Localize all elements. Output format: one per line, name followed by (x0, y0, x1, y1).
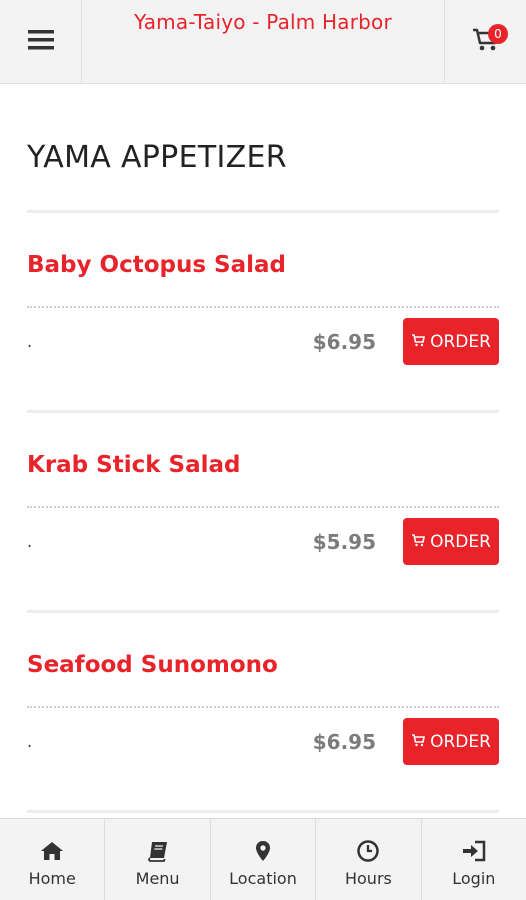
nav-item-hours[interactable]: Hours (316, 819, 422, 900)
order-button[interactable]: ORDER (403, 318, 499, 365)
nav-item-login[interactable]: Login (422, 819, 526, 900)
item-price: $6.95 (312, 330, 376, 354)
login-icon (462, 839, 486, 863)
restaurant-title[interactable]: Yama-Taiyo - Palm Harbor (82, 10, 444, 34)
order-label: ORDER (430, 531, 491, 552)
clock-icon (357, 839, 380, 863)
menu-button[interactable] (0, 0, 82, 84)
item-name: Baby Octopus Salad (27, 252, 286, 278)
dotted-separator (27, 306, 499, 308)
order-button[interactable]: ORDER (403, 718, 499, 765)
item-price: $6.95 (312, 730, 376, 754)
divider (27, 410, 499, 413)
hamburger-icon (27, 29, 54, 55)
section-title: YAMA APPETIZER (27, 140, 287, 175)
cart-count-badge: 0 (488, 24, 508, 44)
nav-item-menu[interactable]: Menu (105, 819, 211, 900)
nav-item-location[interactable]: Location (211, 819, 317, 900)
home-icon (40, 839, 64, 863)
cart-icon (411, 732, 426, 752)
order-button[interactable]: ORDER (403, 518, 499, 565)
divider (27, 610, 499, 613)
divider (27, 210, 499, 213)
cart-icon (411, 332, 426, 352)
item-description: . (27, 332, 33, 351)
order-label: ORDER (430, 331, 491, 352)
nav-label-hours: Hours (344, 869, 392, 888)
item-description: . (27, 532, 33, 551)
item-price: $5.95 (312, 530, 376, 554)
bottom-nav: Home Menu Location Hours Login (0, 818, 526, 900)
map-pin-icon (255, 839, 271, 863)
item-name: Krab Stick Salad (27, 452, 241, 478)
book-icon (147, 839, 169, 863)
item-name: Seafood Sunomono (27, 652, 278, 678)
nav-label-menu: Menu (135, 869, 180, 888)
nav-label-login: Login (452, 869, 496, 888)
nav-label-home: Home (28, 869, 76, 888)
dotted-separator (27, 506, 499, 508)
item-description: . (27, 732, 33, 751)
cart-icon (411, 532, 426, 552)
order-label: ORDER (430, 731, 491, 752)
nav-label-location: Location (229, 869, 297, 888)
app-header: Yama-Taiyo - Palm Harbor 0 (0, 0, 526, 84)
nav-item-home[interactable]: Home (0, 819, 106, 900)
divider (27, 810, 499, 813)
cart-button[interactable] (444, 0, 526, 84)
dotted-separator (27, 706, 499, 708)
